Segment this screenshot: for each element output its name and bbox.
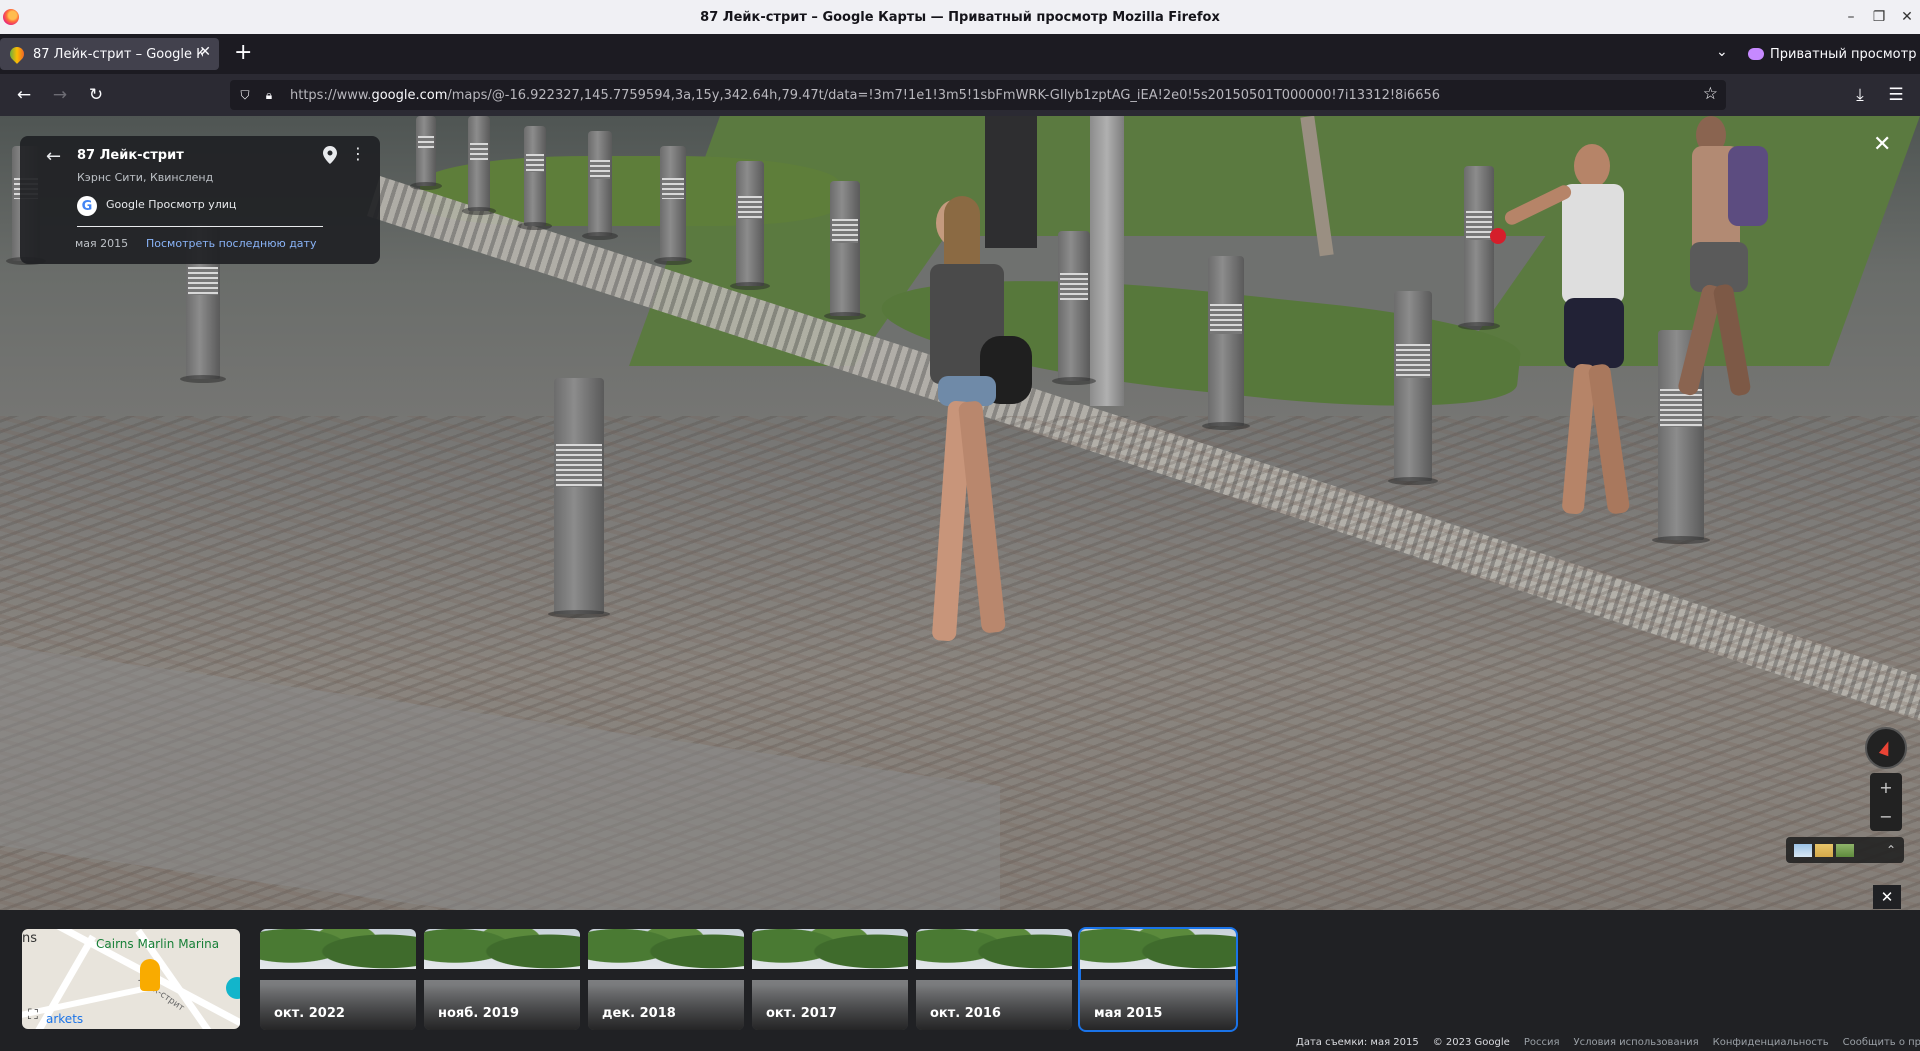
location-pin-icon[interactable] xyxy=(323,146,337,164)
timeline-date: окт. 2016 xyxy=(930,1006,1001,1021)
scene-bollard xyxy=(410,116,442,190)
scene-pedestrian xyxy=(900,196,1060,676)
window-title: 87 Лейк-стрит – Google Карты — Приватный… xyxy=(700,9,1220,25)
scene-pedestrian xyxy=(1490,136,1650,586)
imagery-source: Google Просмотр улиц xyxy=(106,198,237,211)
back-arrow-icon[interactable]: ← xyxy=(6,74,42,116)
lock-icon[interactable]: 🔒︎ xyxy=(260,86,278,104)
zoom-in-icon[interactable]: + xyxy=(1870,773,1902,802)
timeline-date: окт. 2022 xyxy=(274,1006,345,1021)
map-footer: Дата съемки: мая 2015 © 2023 Google Росс… xyxy=(1296,1037,1920,1048)
maps-favicon-icon xyxy=(7,44,27,64)
tab-close-icon[interactable]: ✕ xyxy=(199,44,211,60)
shield-icon[interactable]: ⛉ xyxy=(236,86,254,104)
close-filmstrip-icon[interactable]: ✕ xyxy=(1873,885,1901,909)
minimap-partial-label: arkets xyxy=(46,1012,84,1026)
camera-pin-icon[interactable] xyxy=(226,977,240,999)
footer-terms-link[interactable]: Условия использования xyxy=(1573,1037,1698,1048)
minimize-icon[interactable]: – xyxy=(1838,0,1864,34)
footer-copyright: © 2023 Google xyxy=(1432,1037,1510,1048)
scene-bollard xyxy=(548,378,610,618)
expand-map-icon[interactable]: ⛶ xyxy=(28,1007,38,1023)
timeline-date: нояб. 2019 xyxy=(438,1006,519,1021)
pegman-icon xyxy=(140,959,160,991)
footer-privacy-link[interactable]: Конфиденциальность xyxy=(1713,1037,1829,1048)
layer-thumb-icon[interactable] xyxy=(1815,843,1833,857)
more-options-icon[interactable]: ⋮ xyxy=(350,146,366,162)
scene-bollard xyxy=(1052,231,1096,385)
timeline-date: дек. 2018 xyxy=(602,1006,676,1021)
scene-bollard xyxy=(1388,291,1438,485)
capture-date: мая 2015 xyxy=(75,237,129,250)
bookmark-star-icon[interactable]: ☆ xyxy=(1703,84,1718,104)
google-logo-icon: G xyxy=(77,196,97,216)
timeline-date: окт. 2017 xyxy=(766,1006,837,1021)
private-label: Приватный просмотр xyxy=(1770,46,1917,62)
timeline-thumbnail[interactable]: нояб. 2019 xyxy=(424,929,580,1030)
private-browsing-indicator: Приватный просмотр xyxy=(1748,34,1916,74)
navigation-toolbar: ← → ↻ ⛉ 🔒︎ https://www.google.com/maps/@… xyxy=(0,74,1920,116)
divider xyxy=(77,226,323,227)
private-mask-icon xyxy=(1748,48,1764,60)
see-latest-date-link[interactable]: Посмотреть последнюю дату xyxy=(146,237,316,250)
scene-bollard xyxy=(824,181,866,320)
tab-google-maps[interactable]: 87 Лейк-стрит – Google Карты ✕ xyxy=(0,38,219,70)
timeline-thumbnail[interactable]: окт. 2022 xyxy=(260,929,416,1030)
footer-capture-date: Дата съемки: мая 2015 xyxy=(1296,1037,1419,1048)
hamburger-menu-icon[interactable]: ☰ xyxy=(1878,74,1914,116)
close-street-view-icon[interactable]: ✕ xyxy=(1873,134,1891,156)
reload-icon[interactable]: ↻ xyxy=(78,74,114,116)
window-titlebar: 87 Лейк-стрит – Google Карты — Приватный… xyxy=(0,0,1920,34)
expand-chevron-icon[interactable]: ⌃ xyxy=(1886,843,1896,857)
download-icon[interactable]: ⤓ xyxy=(1842,74,1878,116)
timeline-thumbnail[interactable]: окт. 2017 xyxy=(752,929,908,1030)
tab-label: 87 Лейк-стрит – Google Карты xyxy=(33,46,203,62)
scene-bollard xyxy=(518,126,552,230)
url-bar[interactable]: ⛉ 🔒︎ https://www.google.com/maps/@-16.92… xyxy=(230,80,1726,110)
layer-thumb-icon[interactable] xyxy=(1794,843,1812,857)
location-locality: Кэрнс Сити, Квинсленд xyxy=(77,171,214,184)
url-text[interactable]: https://www.google.com/maps/@-16.922327,… xyxy=(290,88,1670,103)
maximize-icon[interactable]: ❐ xyxy=(1866,0,1892,34)
forward-arrow-icon[interactable]: → xyxy=(42,74,78,116)
location-info-card: ← 87 Лейк-стрит Кэрнс Сити, Квинсленд ⋮ … xyxy=(20,136,380,264)
timeline-thumbnail[interactable]: дек. 2018 xyxy=(588,929,744,1030)
firefox-logo-icon xyxy=(3,9,19,25)
minimap[interactable]: ns Cairns Marlin Marina Лейк-стрит arket… xyxy=(22,929,240,1029)
location-address: 87 Лейк-стрит xyxy=(77,148,184,163)
scene-bollard xyxy=(1202,256,1250,430)
tab-strip: 87 Лейк-стрит – Google Карты ✕ + ⌄ Прива… xyxy=(0,34,1920,74)
back-arrow-icon[interactable]: ← xyxy=(46,146,61,167)
layer-thumb-icon[interactable] xyxy=(1836,843,1854,857)
new-tab-plus-icon[interactable]: + xyxy=(234,42,252,64)
scene-bollard xyxy=(462,116,496,215)
footer-report-link[interactable]: Сообщить о проблеме xyxy=(1843,1037,1920,1048)
scene-bollard xyxy=(654,146,692,265)
scene-pedestrian xyxy=(1650,116,1780,416)
scene-bollard xyxy=(730,161,770,290)
minimap-partial-label: ns xyxy=(22,931,38,946)
timeline-thumbnail[interactable]: окт. 2016 xyxy=(916,929,1072,1030)
zoom-controls: + − xyxy=(1870,773,1902,831)
footer-country-link[interactable]: Россия xyxy=(1524,1037,1560,1048)
layer-thumbnails[interactable]: ⌃ xyxy=(1786,837,1904,863)
zoom-out-icon[interactable]: − xyxy=(1870,802,1902,831)
timeline-thumbnail-selected[interactable]: мая 2015 xyxy=(1078,927,1238,1032)
scene-bollard xyxy=(582,131,618,240)
minimap-place-label[interactable]: Cairns Marlin Marina xyxy=(96,937,219,951)
timeline-date: мая 2015 xyxy=(1094,1006,1163,1021)
window-close-icon[interactable]: ✕ xyxy=(1894,0,1920,34)
compass-icon[interactable] xyxy=(1865,727,1907,769)
list-all-tabs-chevron-icon[interactable]: ⌄ xyxy=(1716,44,1728,60)
scene-lamp-post xyxy=(1090,116,1124,406)
